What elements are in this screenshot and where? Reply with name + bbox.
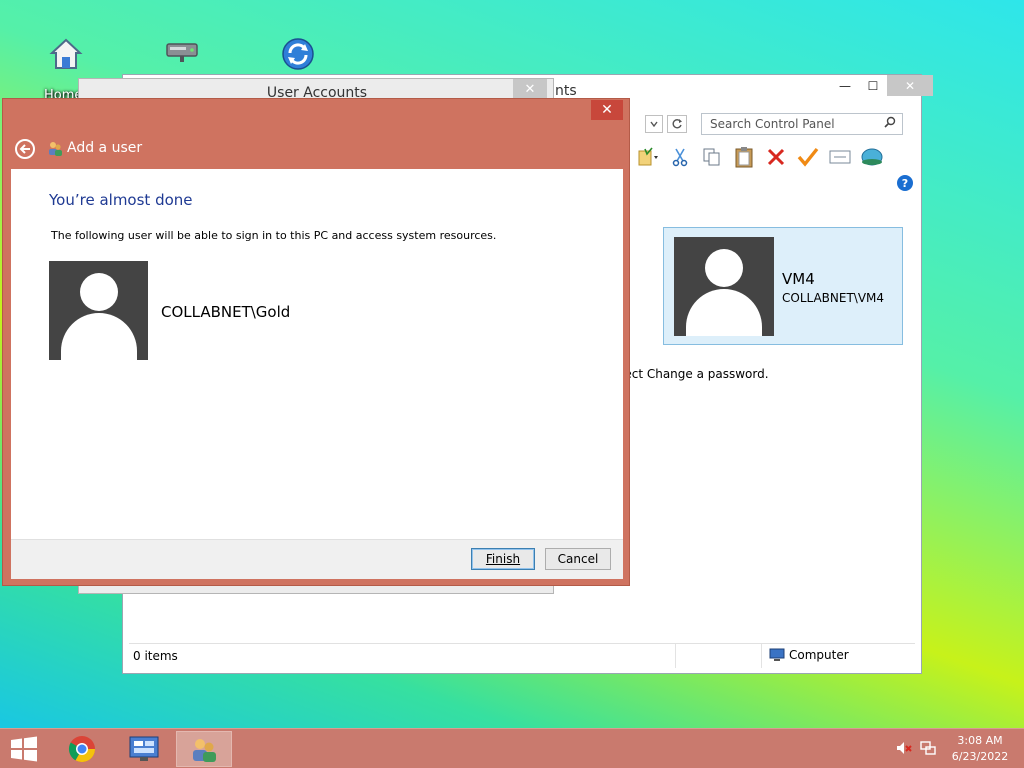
- control-panel-toolbar: [635, 145, 885, 169]
- properties-icon[interactable]: [635, 145, 661, 169]
- rename-icon[interactable]: [827, 145, 853, 169]
- user-card-vm4[interactable]: VM4 COLLABNET\VM4: [663, 227, 903, 345]
- new-user-avatar: [49, 261, 148, 360]
- users-icon: [46, 139, 64, 161]
- status-location: Computer: [769, 648, 849, 662]
- clock-time: 3:08 AM: [957, 734, 1003, 747]
- taskbar: 3:08 AM 6/23/2022: [0, 728, 1024, 768]
- windows-logo-icon: [11, 736, 37, 762]
- system-tray: [896, 741, 936, 755]
- sync-icon: [282, 38, 314, 70]
- volume-muted-icon[interactable]: [896, 741, 912, 755]
- taskbar-user-accounts[interactable]: [176, 731, 232, 767]
- start-button[interactable]: [10, 736, 38, 762]
- minimize-button[interactable]: —: [831, 75, 859, 96]
- change-password-instruction: lect Change a password.: [621, 367, 769, 381]
- status-location-label: Computer: [789, 648, 849, 662]
- dialog-title: You’re almost done: [49, 191, 193, 209]
- taskbar-chrome[interactable]: [54, 731, 110, 767]
- help-icon[interactable]: ?: [897, 175, 913, 191]
- back-button[interactable]: [15, 139, 35, 159]
- search-input[interactable]: Search Control Panel: [701, 113, 903, 135]
- dialog-footer: Finish Cancel: [11, 539, 623, 579]
- network-drive-icon: [166, 43, 198, 62]
- close-button[interactable]: ✕: [887, 75, 933, 96]
- cut-icon[interactable]: [667, 145, 693, 169]
- control-panel-title: nts: [555, 83, 577, 99]
- finish-button[interactable]: Finish: [471, 548, 535, 570]
- status-bar: 0 items Computer: [129, 643, 915, 668]
- dialog-description: The following user will be able to sign …: [51, 229, 497, 242]
- dialog-content: You’re almost done The following user wi…: [11, 169, 623, 539]
- dialog-heading: Add a user: [67, 140, 143, 156]
- user-accounts-close-button[interactable]: ✕: [513, 79, 547, 99]
- refresh-button[interactable]: [667, 115, 687, 133]
- status-divider: [675, 644, 676, 668]
- delete-icon[interactable]: [763, 145, 789, 169]
- taskbar-clock[interactable]: 3:08 AM 6/23/2022: [944, 733, 1016, 765]
- chrome-icon: [68, 736, 96, 763]
- add-user-dialog[interactable]: ✕ Add a user You’re almost done The foll…: [2, 98, 630, 586]
- search-icon: [884, 116, 896, 131]
- new-user-name: COLLABNET\Gold: [161, 303, 291, 321]
- control-panel-window-controls: — ☐ ✕: [831, 75, 933, 96]
- address-dropdown-button[interactable]: [645, 115, 663, 133]
- taskbar-server-manager[interactable]: [116, 731, 172, 767]
- status-divider: [761, 644, 762, 668]
- refresh-icon: [672, 119, 682, 129]
- status-item-count: 0 items: [133, 649, 178, 663]
- dialog-close-button[interactable]: ✕: [591, 100, 623, 120]
- clock-date: 6/23/2022: [951, 750, 1009, 763]
- search-placeholder: Search Control Panel: [710, 117, 835, 131]
- user-card-domain: COLLABNET\VM4: [782, 291, 885, 305]
- home-icon: [49, 38, 83, 69]
- globe-icon[interactable]: [859, 145, 885, 169]
- server-manager-icon: [129, 736, 159, 761]
- user-avatar: [674, 237, 774, 336]
- user-accounts-icon: [193, 739, 216, 762]
- user-card-name: VM4: [782, 270, 815, 288]
- chevron-down-icon: [650, 121, 658, 127]
- paste-icon[interactable]: [731, 145, 757, 169]
- maximize-button[interactable]: ☐: [859, 75, 887, 96]
- checkmark-icon[interactable]: [795, 145, 821, 169]
- network-icon[interactable]: [920, 741, 936, 755]
- copy-icon[interactable]: [699, 145, 725, 169]
- computer-icon: [769, 648, 785, 661]
- arrow-left-icon: [19, 144, 30, 154]
- cancel-button[interactable]: Cancel: [545, 548, 611, 570]
